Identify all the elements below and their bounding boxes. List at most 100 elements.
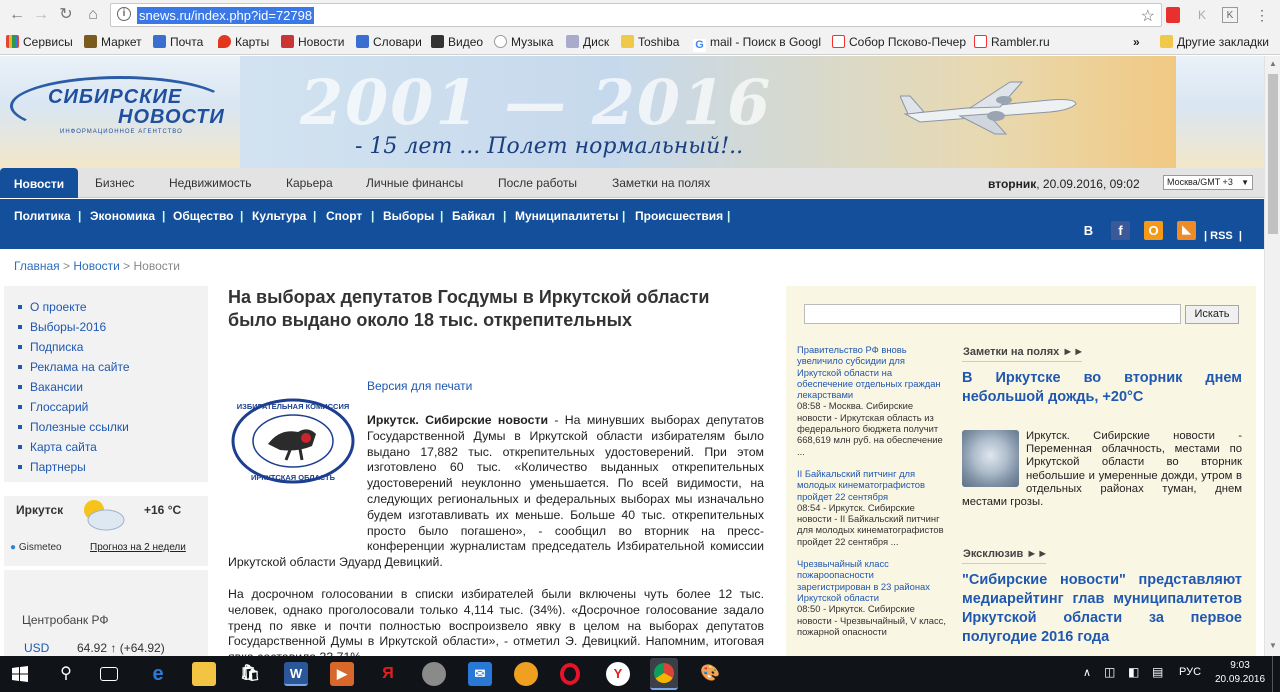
exclusive-headline[interactable]: "Сибирские новости" представляют медиаре… [962,571,1242,647]
notes-section-heading[interactable]: Заметки на полях ►► [963,346,1084,358]
bookmark-services[interactable]: Сервисы [6,34,73,50]
news-headline[interactable]: II Байкальский питчинг для молодых кинем… [797,468,949,502]
app-circle-icon[interactable] [422,662,446,686]
address-bar[interactable]: i snews.ru/index.php?id=72798 ☆ [110,3,1162,27]
tab-finance[interactable]: Личные финансы [366,176,463,190]
vk-icon[interactable]: В [1079,221,1098,240]
bookmarks-more[interactable]: » [1133,34,1140,50]
breadcrumb-home[interactable]: Главная [14,259,60,273]
subnav-society[interactable]: Общество [173,209,234,223]
yandex-bookmark-icon[interactable] [1166,7,1180,23]
breadcrumb-section[interactable]: Новости [73,259,119,273]
menu-elections-2016[interactable]: Выборы-2016 [18,320,106,334]
task-view-icon[interactable] [100,667,118,681]
subnav-culture[interactable]: Культура [252,209,306,223]
bookmark-news[interactable]: Новости [281,34,344,50]
subnav-elections[interactable]: Выборы [383,209,434,223]
keyboard-language[interactable]: РУС [1179,666,1201,678]
news-headline[interactable]: Правительство РФ вновь увеличило субсиди… [797,344,949,400]
menu-sitemap[interactable]: Карта сайта [18,440,97,454]
word-icon[interactable]: W [284,662,308,686]
tab-after-work[interactable]: После работы [498,176,577,190]
mail-app-icon[interactable]: ✉ [468,662,492,686]
notes-headline[interactable]: В Иркутске во вторник днем небольшой дож… [962,369,1242,407]
bookmark-disk[interactable]: Диск [566,34,609,50]
menu-vacancies[interactable]: Вакансии [18,380,83,394]
subnav-sport[interactable]: Спорт [326,209,362,223]
tab-career[interactable]: Карьера [286,176,333,190]
menu-partners[interactable]: Партнеры [18,460,86,474]
subnav-incidents[interactable]: Происшествия [635,209,723,223]
tab-news[interactable]: Новости [0,168,78,198]
subnav-municipalities[interactable]: Муниципалитеты [515,209,619,223]
search-icon[interactable]: ⚲ [54,662,78,686]
timezone-select[interactable]: Москва/GMT +3 ▼ [1163,175,1253,190]
extension-k-icon[interactable]: K [1194,7,1210,23]
reload-icon[interactable]: ↻ [55,5,77,25]
bookmark-google-mail[interactable]: Gmail - Поиск в Googl [693,34,821,52]
bookmark-music[interactable]: Музыка [494,34,553,50]
page-scrollbar[interactable]: ▲ ▼ [1264,56,1280,656]
rss-link[interactable]: | RSS | [1204,230,1242,242]
menu-subscribe[interactable]: Подписка [18,340,83,354]
bookmark-sobor[interactable]: Собор Псково-Печер [832,34,966,50]
menu-advertising[interactable]: Реклама на сайте [18,360,130,374]
list-item[interactable]: Правительство РФ вновь увеличило субсиди… [797,344,949,457]
edge-icon[interactable]: e [146,662,170,686]
bookmark-star-icon[interactable]: ☆ [1141,6,1155,26]
subnav-politics[interactable]: Политика [14,209,71,223]
subnav-economy[interactable]: Экономика [90,209,155,223]
scroll-up-icon[interactable]: ▲ [1269,59,1277,68]
tab-business[interactable]: Бизнес [95,176,134,190]
address-url[interactable]: snews.ru/index.php?id=72798 [137,7,315,24]
other-bookmarks[interactable]: Другие закладки [1160,34,1269,50]
tray-network-icon[interactable]: ◫ [1104,665,1115,679]
forward-icon[interactable]: → [30,5,52,25]
back-icon[interactable]: ← [6,5,28,25]
gismeteo-link[interactable]: ● Gismeteo [10,542,62,553]
bookmark-toshiba[interactable]: Toshiba [621,34,679,50]
opera-icon[interactable] [560,663,580,685]
bookmark-dictionaries[interactable]: Словари [356,34,422,50]
show-desktop-button[interactable] [1272,656,1276,692]
yandex-browser-icon[interactable]: Я [376,662,400,686]
logo-line2[interactable]: НОВОСТИ [118,106,225,129]
info-icon[interactable]: i [117,7,131,21]
search-button[interactable]: Искать [1185,305,1239,324]
facebook-icon[interactable]: f [1111,221,1130,240]
tray-speaker-icon[interactable]: ◧ [1128,665,1139,679]
home-icon[interactable]: ⌂ [82,5,104,25]
tab-notes[interactable]: Заметки на полях [612,176,710,190]
bookmark-mail[interactable]: Почта [153,34,203,50]
bookmark-maps[interactable]: Карты [218,34,269,50]
menu-about[interactable]: О проекте [18,300,87,314]
print-version-link[interactable]: Версия для печати [367,379,472,393]
chrome-taskbar-item[interactable] [650,658,678,690]
store-icon[interactable]: 🛍 [238,662,262,686]
tray-notes-icon[interactable]: ▤ [1152,665,1163,679]
app-orange-icon[interactable] [514,662,538,686]
forecast-link[interactable]: Прогноз на 2 недели [90,542,186,553]
search-input[interactable] [804,304,1181,324]
exclusive-section-heading[interactable]: Эксклюзив ►► [963,548,1048,560]
scroll-down-icon[interactable]: ▼ [1269,641,1277,650]
news-headline[interactable]: Чрезвычайный класс пожароопасности зарег… [797,558,949,603]
odnoklassniki-icon[interactable]: О [1144,221,1163,240]
tab-realty[interactable]: Недвижимость [169,176,252,190]
extension-box-icon[interactable]: K [1222,7,1238,23]
menu-icon[interactable]: ⋮ [1254,7,1270,23]
bookmark-video[interactable]: Видео [431,34,483,50]
list-item[interactable]: II Байкальский питчинг для молодых кинем… [797,468,949,547]
scrollbar-thumb[interactable] [1268,74,1278,234]
bookmark-rambler[interactable]: Rambler.ru [974,34,1050,50]
list-item[interactable]: Чрезвычайный класс пожароопасности зарег… [797,558,949,637]
menu-glossary[interactable]: Глоссарий [18,400,88,414]
paint-icon[interactable]: 🎨 [698,662,722,686]
bookmark-market[interactable]: Маркет [84,34,142,50]
yandex-icon[interactable]: Y [606,662,630,686]
file-explorer-icon[interactable] [192,662,216,686]
windows-start-icon[interactable] [12,666,28,682]
taskbar-clock[interactable]: 9:03 20.09.2016 [1215,659,1265,687]
tray-expand-icon[interactable]: ∧ [1083,666,1091,679]
media-player-icon[interactable]: ▶ [330,662,354,686]
